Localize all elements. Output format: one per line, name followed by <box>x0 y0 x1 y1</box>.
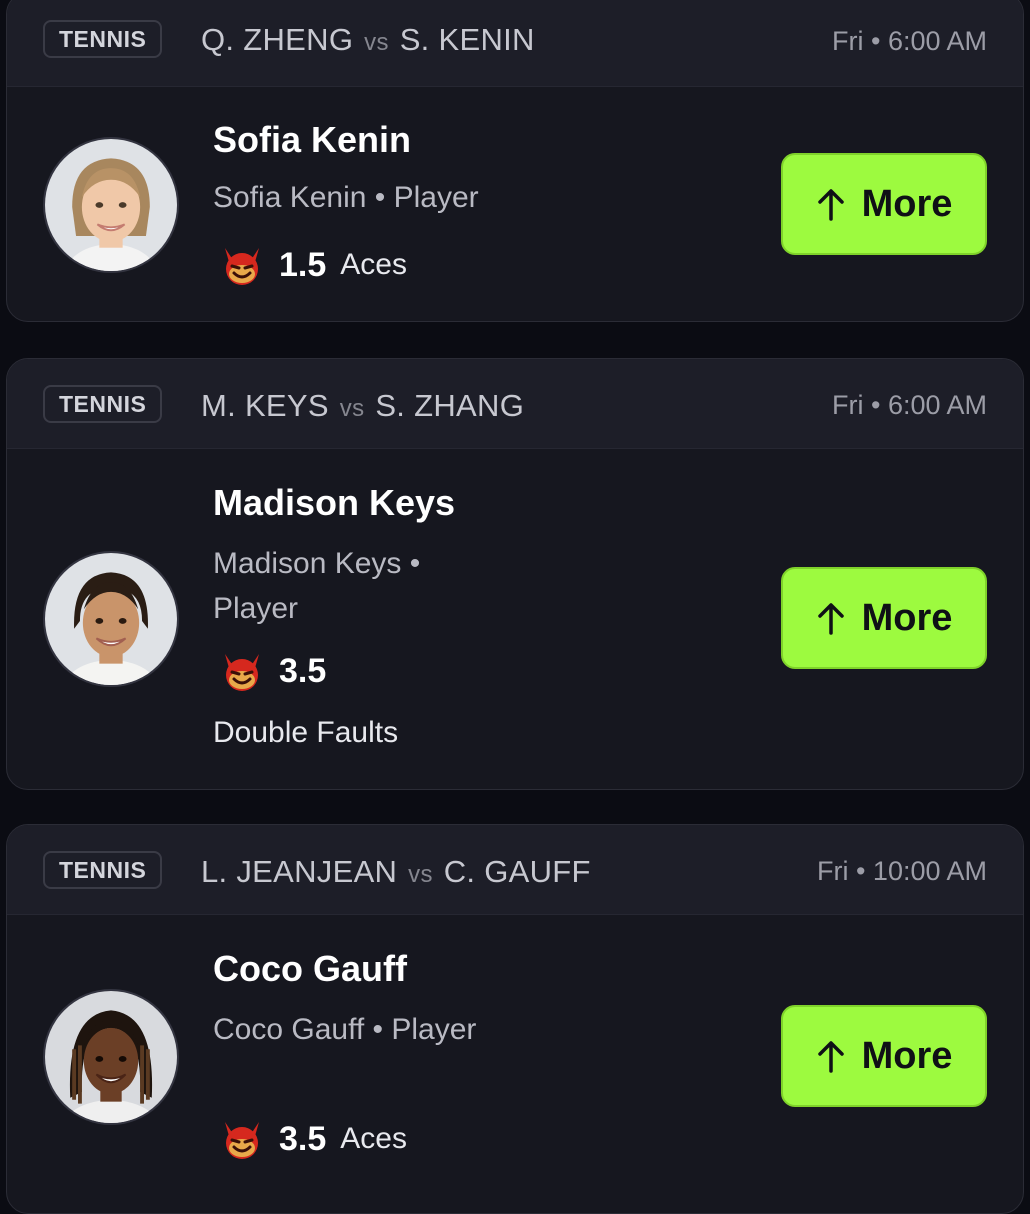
card-header: TENNIS Q. ZHENG vs S. KENIN Fri • 6:00 A… <box>7 0 1023 87</box>
team-b: S. KENIN <box>399 22 535 57</box>
player-avatar[interactable] <box>43 989 179 1125</box>
avatar-photo <box>45 991 177 1123</box>
stat-label: Aces <box>340 1122 407 1155</box>
vs-label: vs <box>339 395 365 422</box>
sport-badge: TENNIS <box>43 385 163 423</box>
team-b: S. ZHANG <box>375 388 525 423</box>
stat-line: 3.5 <box>219 646 340 696</box>
stat-line: 1.5 Aces <box>219 240 407 290</box>
team-a: L. JEANJEAN <box>201 854 398 889</box>
player-avatar[interactable] <box>43 551 179 687</box>
arrow-up-icon <box>817 603 844 635</box>
game-time: Fri • 6:00 AM <box>832 390 987 420</box>
devil-icon <box>225 248 259 285</box>
stat-label: Aces <box>340 248 407 281</box>
more-button-label: More <box>861 182 953 225</box>
devil-icon <box>225 1122 259 1159</box>
card-header: TENNIS L. JEANJEAN vs C. GAUFF Fri • 10:… <box>7 825 1023 915</box>
matchup: Q. ZHENG vs S. KENIN <box>201 22 535 61</box>
more-button[interactable]: More <box>781 1005 987 1107</box>
vs-label: vs <box>408 861 433 888</box>
line-value: 3.5 <box>279 1119 327 1158</box>
devil-icon <box>225 654 259 691</box>
player-subtitle: Madison Keys • <box>213 547 421 580</box>
line-value: 1.5 <box>279 245 327 284</box>
more-button-label: More <box>861 1034 953 1077</box>
line-value: 3.5 <box>279 651 327 690</box>
game-time: Fri • 6:00 AM <box>832 26 987 56</box>
more-button[interactable]: More <box>781 567 987 669</box>
vs-label: vs <box>364 29 389 56</box>
sport-badge: TENNIS <box>43 20 163 58</box>
more-button[interactable]: More <box>781 153 987 255</box>
prop-card: TENNIS Q. ZHENG vs S. KENIN Fri • 6:00 A… <box>6 0 1024 322</box>
matchup: L. JEANJEAN vs C. GAUFF <box>201 854 591 893</box>
game-time: Fri • 10:00 AM <box>816 856 987 886</box>
player-subtitle: Coco Gauff • Player <box>213 1013 477 1046</box>
player-subtitle-cont: Player <box>213 592 299 625</box>
team-b: C. GAUFF <box>443 854 591 889</box>
arrow-up-icon <box>817 189 844 221</box>
prop-card: TENNIS L. JEANJEAN vs C. GAUFF Fri • 10:… <box>6 824 1024 1214</box>
prop-card: TENNIS M. KEYS vs S. ZHANG Fri • 6:00 AM… <box>6 358 1024 790</box>
avatar-photo <box>45 139 177 271</box>
team-a: M. KEYS <box>201 388 329 423</box>
player-name: Madison Keys <box>213 482 456 523</box>
player-avatar[interactable] <box>43 137 179 273</box>
stat-line: 3.5 Aces <box>219 1114 407 1164</box>
stat-label: Double Faults <box>213 716 399 749</box>
player-subtitle: Sofia Kenin • Player <box>213 181 479 214</box>
sport-badge: TENNIS <box>43 851 163 889</box>
matchup: M. KEYS vs S. ZHANG <box>201 388 524 427</box>
team-a: Q. ZHENG <box>201 22 354 57</box>
player-name: Coco Gauff <box>213 948 407 989</box>
arrow-up-icon <box>817 1041 844 1073</box>
avatar-photo <box>45 553 177 685</box>
more-button-label: More <box>861 596 953 639</box>
player-name: Sofia Kenin <box>213 119 412 160</box>
card-header: TENNIS M. KEYS vs S. ZHANG Fri • 6:00 AM <box>7 359 1023 449</box>
